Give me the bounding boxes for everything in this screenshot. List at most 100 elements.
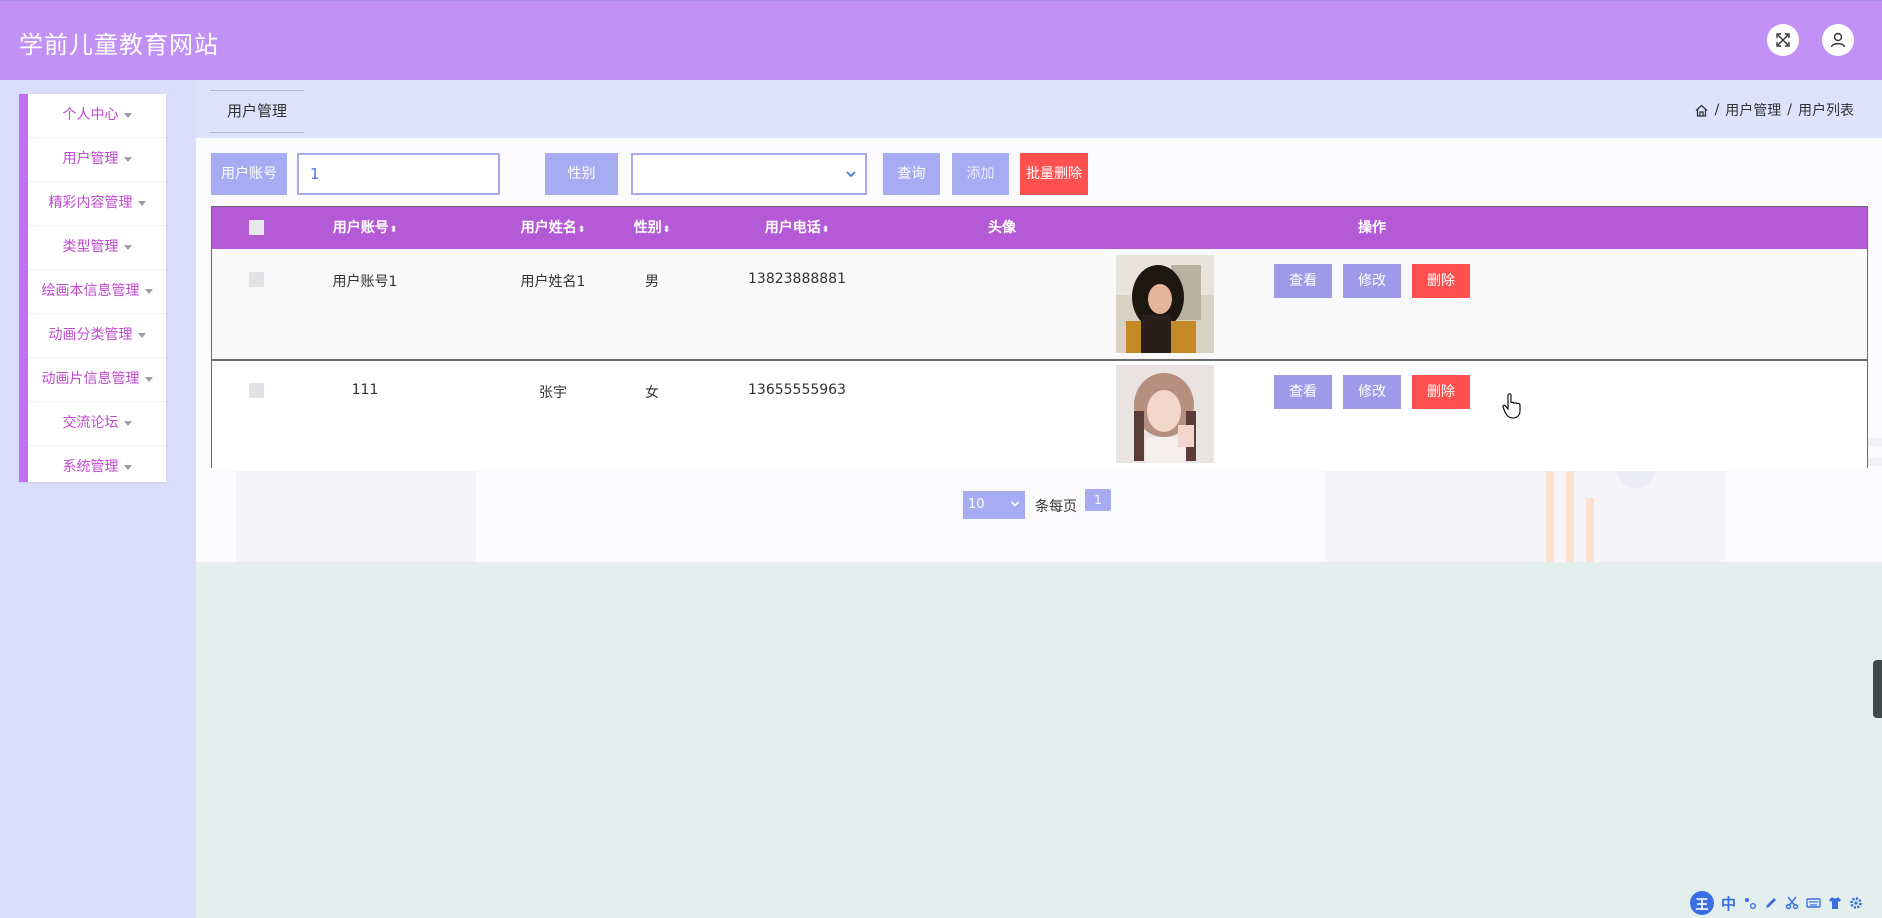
sidebar-item-animation-info[interactable]: 动画片信息管理 <box>28 358 166 402</box>
sidebar-item-system-management[interactable]: 系统管理 <box>28 446 166 489</box>
caret-down-icon <box>137 332 146 338</box>
account-search-input[interactable]: 1 <box>297 153 500 195</box>
fullscreen-button[interactable] <box>1767 24 1799 56</box>
cell-phone: 13655555963 <box>748 382 846 398</box>
sidebar-item-label: 交流论坛 <box>62 415 119 431</box>
select-all-checkbox[interactable] <box>249 220 264 235</box>
sidebar-item-label: 个人中心 <box>62 107 119 123</box>
delete-button[interactable]: 删除 <box>1412 264 1470 298</box>
home-icon[interactable] <box>1694 103 1709 118</box>
column-header-gender[interactable]: 性别⬍ <box>616 207 688 249</box>
sidebar-item-personal-center[interactable]: 个人中心 <box>28 94 166 138</box>
background-decoration <box>1546 468 1554 562</box>
row-checkbox[interactable] <box>249 272 264 287</box>
breadcrumb: / 用户管理 / 用户列表 <box>1694 100 1854 120</box>
sidebar-item-forum[interactable]: 交流论坛 <box>28 402 166 446</box>
breadcrumb-bar: 用户管理 / 用户管理 / 用户列表 <box>196 80 1882 138</box>
row-checkbox[interactable] <box>249 383 264 398</box>
sort-icon: ⬍ <box>389 225 398 235</box>
column-header-name[interactable]: 用户姓名⬍ <box>500 207 606 249</box>
gender-label: 性别 <box>545 153 618 195</box>
user-icon <box>1830 32 1846 48</box>
site-title: 学前儿童教育网站 <box>19 31 219 59</box>
skin-shirt-icon[interactable] <box>1828 896 1842 910</box>
background-decoration <box>1586 498 1594 562</box>
column-header-label: 性别 <box>633 220 662 236</box>
gender-select[interactable] <box>631 153 867 195</box>
sidebar-item-label: 用户管理 <box>62 151 119 167</box>
sidebar-item-user-management[interactable]: 用户管理 <box>28 138 166 182</box>
ime-logo[interactable]: 王 <box>1690 891 1714 915</box>
view-button[interactable]: 查看 <box>1274 375 1332 409</box>
page-size-value: 10 <box>968 497 985 512</box>
punctuation-icon[interactable] <box>1743 896 1757 910</box>
ime-toolbar: 王 中 <box>1690 890 1863 916</box>
caret-down-icon <box>123 244 132 250</box>
avatar <box>1116 255 1214 353</box>
breadcrumb-separator: / <box>1787 102 1792 118</box>
sidebar-item-drawing-book[interactable]: 绘画本信息管理 <box>28 270 166 314</box>
caret-down-icon <box>123 420 132 426</box>
view-button[interactable]: 查看 <box>1274 264 1332 298</box>
caret-down-icon <box>123 156 132 162</box>
fullscreen-icon <box>1776 33 1790 47</box>
account-label: 用户账号 <box>211 153 287 195</box>
table-header: 用户账号⬍ 用户姓名⬍ 性别⬍ 用户电话⬍ 头像 操作 <box>212 207 1867 249</box>
keyboard-icon[interactable] <box>1806 896 1821 910</box>
column-header-avatar: 头像 <box>988 220 1016 236</box>
sort-icon: ⬍ <box>821 225 830 235</box>
edit-button[interactable]: 修改 <box>1343 264 1401 298</box>
breadcrumb-separator: / <box>1714 102 1720 118</box>
sidebar-item-label: 系统管理 <box>62 459 119 475</box>
column-header-label: 用户电话 <box>764 220 821 236</box>
edit-button[interactable]: 修改 <box>1343 375 1401 409</box>
delete-button[interactable]: 删除 <box>1412 375 1470 409</box>
table-row: 111 张宇 女 13655555963 查看 修改 删除 <box>212 361 1867 471</box>
scissors-icon[interactable] <box>1785 896 1799 910</box>
pen-icon[interactable] <box>1764 896 1778 910</box>
column-header-label: 用户账号 <box>332 220 389 236</box>
breadcrumb-level2: 用户列表 <box>1798 103 1854 119</box>
breadcrumb-level1[interactable]: 用户管理 <box>1725 100 1781 120</box>
lower-background <box>196 562 1882 918</box>
cell-name: 张宇 <box>539 385 567 401</box>
caret-down-icon <box>144 376 153 382</box>
hand-cursor-icon <box>1502 393 1521 419</box>
column-header-phone[interactable]: 用户电话⬍ <box>727 207 867 249</box>
user-profile-button[interactable] <box>1822 24 1854 56</box>
page-size-select[interactable]: 10 <box>963 491 1025 519</box>
sort-icon: ⬍ <box>577 225 586 235</box>
cell-name: 用户姓名1 <box>520 274 586 290</box>
sidebar-item-type-management[interactable]: 类型管理 <box>28 226 166 270</box>
chevron-down-icon <box>1010 501 1020 507</box>
sidebar-item-label: 精彩内容管理 <box>48 195 133 211</box>
caret-down-icon <box>123 464 132 470</box>
sort-icon: ⬍ <box>662 225 671 235</box>
sidebar-item-label: 动画片信息管理 <box>41 371 140 387</box>
sidebar-item-label: 绘画本信息管理 <box>41 283 140 299</box>
batch-delete-button[interactable]: 批量删除 <box>1020 153 1088 195</box>
top-header: 学前儿童教育网站 <box>0 0 1882 80</box>
query-button[interactable]: 查询 <box>883 153 940 195</box>
sidebar-item-content-management[interactable]: 精彩内容管理 <box>28 182 166 226</box>
tab-user-management[interactable]: 用户管理 <box>210 90 304 133</box>
avatar <box>1116 365 1214 463</box>
ime-mode-toggle[interactable]: 中 <box>1721 893 1736 914</box>
caret-down-icon <box>137 200 146 206</box>
column-header-label: 用户姓名 <box>520 220 577 236</box>
gear-icon[interactable] <box>1849 896 1863 910</box>
user-table: 用户账号⬍ 用户姓名⬍ 性别⬍ 用户电话⬍ 头像 操作 用户账号1 用户姓名1 … <box>211 206 1868 471</box>
side-panel-handle[interactable] <box>1873 660 1882 718</box>
sidebar-item-label: 类型管理 <box>62 239 119 255</box>
sidebar-item-label: 动画分类管理 <box>48 327 133 343</box>
column-header-account[interactable]: 用户账号⬍ <box>312 207 418 249</box>
sidebar-item-animation-category[interactable]: 动画分类管理 <box>28 314 166 358</box>
cell-account: 111 <box>351 382 379 398</box>
add-button[interactable]: 添加 <box>952 153 1009 195</box>
caret-down-icon <box>123 112 132 118</box>
page-number-button[interactable]: 1 <box>1085 489 1111 511</box>
table-row: 用户账号1 用户姓名1 男 13823888881 查看 修改 删除 <box>212 249 1867 361</box>
chevron-down-icon <box>846 171 856 178</box>
cell-gender: 男 <box>645 274 659 290</box>
cell-phone: 13823888881 <box>748 271 846 287</box>
